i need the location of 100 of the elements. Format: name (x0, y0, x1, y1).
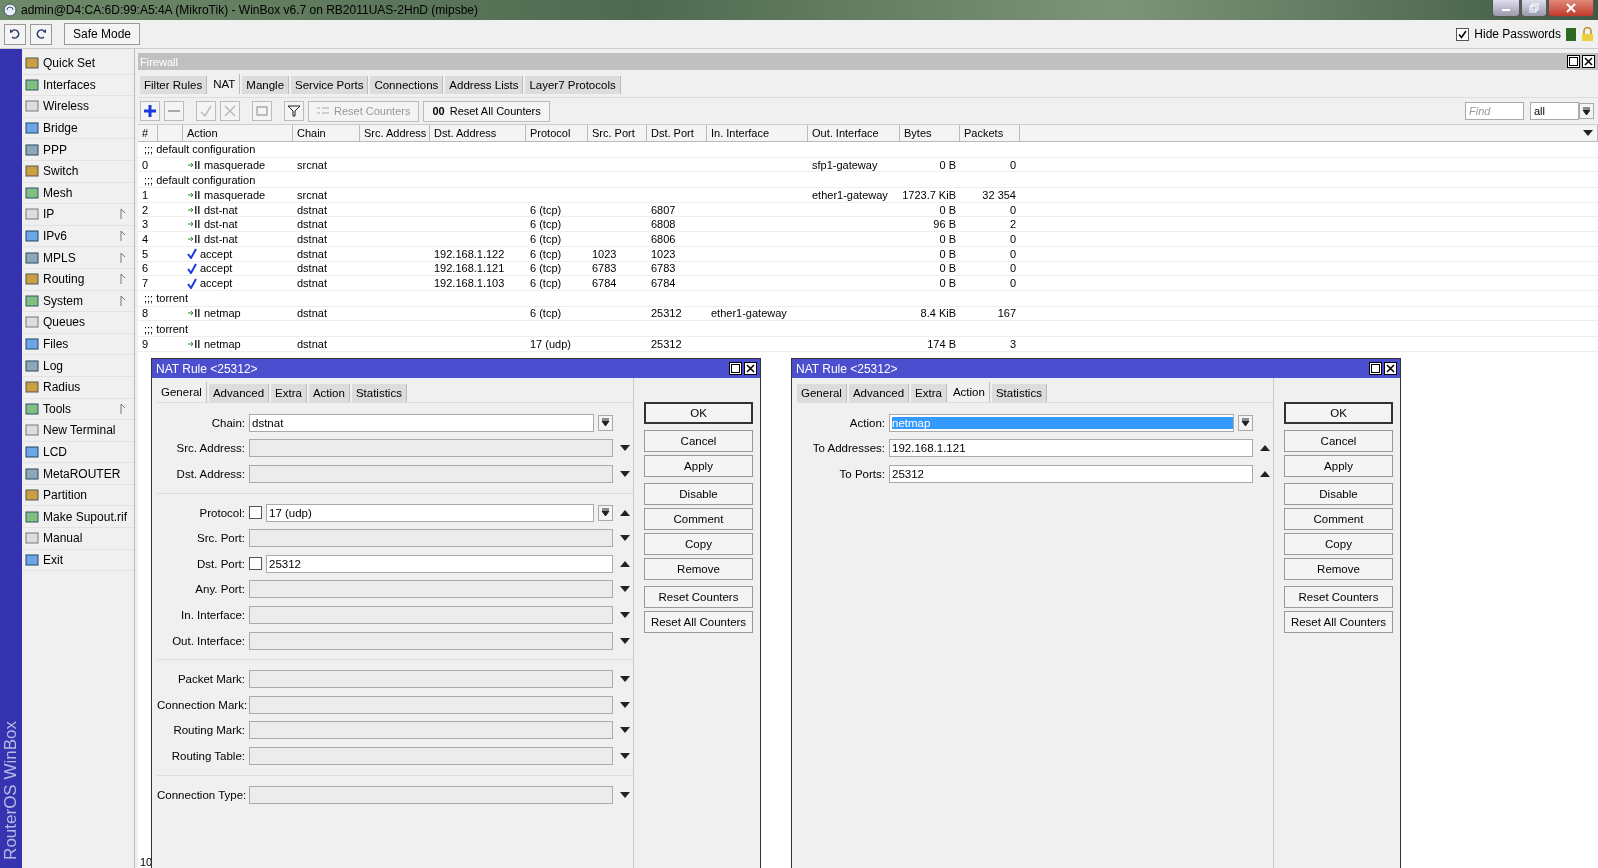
combo-button[interactable] (1238, 414, 1253, 431)
reset-all-counters-button[interactable]: 00 Reset All Counters (423, 100, 550, 122)
sidebar-item[interactable]: PPP (22, 139, 134, 161)
combo-button[interactable] (1579, 103, 1594, 119)
tab[interactable]: Connections (370, 76, 444, 94)
input-field[interactable] (249, 529, 613, 548)
minimize-button[interactable] (1492, 0, 1520, 17)
input-field[interactable] (249, 439, 613, 458)
hide-passwords-checkbox[interactable] (1456, 27, 1470, 41)
tab[interactable]: Action (308, 384, 350, 402)
maximize-button[interactable] (1369, 362, 1382, 375)
input-field[interactable] (249, 580, 613, 599)
maximize-button[interactable] (1567, 55, 1580, 68)
dropdown-arrow-icon[interactable] (620, 611, 630, 618)
dialog-button[interactable]: Reset All Counters (1284, 611, 1393, 633)
dropdown-arrow-icon[interactable] (1583, 130, 1593, 136)
sidebar-item[interactable]: IP (22, 204, 134, 226)
dropdown-arrow-icon[interactable] (620, 445, 630, 452)
undo-button[interactable] (4, 23, 26, 45)
input-field[interactable] (249, 631, 613, 650)
filter-button[interactable] (284, 101, 304, 121)
input-field[interactable] (249, 670, 613, 689)
sidebar-item[interactable]: IPv6 (22, 225, 134, 248)
collapse-arrow-icon[interactable] (1260, 471, 1270, 477)
column-header[interactable]: Action (183, 125, 293, 142)
negate-checkbox[interactable] (249, 557, 262, 571)
dialog-button[interactable]: Reset Counters (1284, 586, 1393, 608)
add-button[interactable] (140, 101, 160, 121)
tab[interactable]: Service Ports (291, 76, 369, 94)
tab[interactable]: Statistics (351, 384, 407, 402)
redo-button[interactable] (30, 23, 52, 45)
dropdown-arrow-icon[interactable] (620, 637, 630, 644)
sidebar-item[interactable]: Partition (22, 484, 134, 507)
tab[interactable]: Advanced (848, 384, 910, 402)
sidebar-item[interactable]: Make Supout.rif (22, 506, 134, 529)
tab[interactable]: Filter Rules (140, 76, 208, 94)
column-header[interactable]: Packets (960, 125, 1020, 142)
column-header[interactable]: Src. Port (588, 125, 647, 142)
negate-checkbox[interactable] (249, 506, 262, 520)
sidebar-item[interactable]: Manual (22, 528, 134, 550)
dialog-button[interactable]: Cancel (1284, 430, 1393, 452)
dialog-button[interactable]: Reset Counters (644, 586, 753, 608)
dialog-button[interactable]: Cancel (644, 430, 753, 452)
dropdown-arrow-icon[interactable] (620, 586, 630, 593)
column-header[interactable]: Chain (293, 125, 360, 142)
sidebar-item[interactable]: LCD (22, 441, 134, 464)
input-field[interactable]: 192.168.1.121 (889, 439, 1253, 458)
sidebar-item[interactable]: Bridge (22, 117, 134, 140)
sidebar-item[interactable]: Switch (22, 160, 134, 183)
sidebar-item[interactable]: Tools (22, 398, 134, 421)
input-field[interactable]: 25312 (266, 554, 613, 573)
dialog-button[interactable]: Copy (644, 533, 753, 555)
combo-button[interactable] (598, 414, 613, 431)
tab[interactable]: Statistics (991, 384, 1047, 402)
dialog-button[interactable]: Copy (1284, 533, 1393, 555)
sidebar-item[interactable]: New Terminal (22, 420, 134, 442)
sidebar-item[interactable]: Wireless (22, 96, 134, 118)
dialog-button[interactable]: Disable (1284, 483, 1393, 505)
dialog-button[interactable]: OK (644, 402, 753, 424)
restore-button[interactable] (1521, 0, 1547, 17)
collapse-arrow-icon[interactable] (620, 509, 630, 516)
column-header[interactable]: Out. Interface (808, 125, 900, 142)
filter-select[interactable]: all (1530, 102, 1579, 120)
dropdown-arrow-icon[interactable] (620, 676, 630, 683)
sidebar-item[interactable]: MetaROUTER (22, 463, 134, 485)
sidebar-item[interactable]: Queues (22, 312, 134, 334)
tab[interactable]: Extra (911, 384, 947, 402)
sidebar-item[interactable]: Routing (22, 268, 134, 291)
maximize-button[interactable] (729, 362, 742, 375)
collapse-arrow-icon[interactable] (620, 560, 630, 567)
input-field[interactable] (249, 605, 613, 624)
dialog-button[interactable]: Apply (644, 455, 753, 477)
dropdown-arrow-icon[interactable] (620, 791, 630, 798)
column-header[interactable]: Protocol (526, 125, 588, 142)
close-button[interactable] (744, 362, 757, 375)
column-header[interactable]: In. Interface (707, 125, 808, 142)
sidebar-item[interactable]: Log (22, 355, 134, 377)
column-header[interactable]: Bytes (900, 125, 960, 142)
close-button[interactable] (1582, 55, 1595, 68)
column-header[interactable]: Dst. Address (430, 125, 526, 142)
input-field[interactable]: 25312 (889, 465, 1253, 483)
close-button[interactable] (1384, 362, 1397, 375)
close-button[interactable] (1548, 0, 1594, 17)
input-field[interactable] (249, 695, 613, 714)
dialog-button[interactable]: Remove (644, 558, 753, 580)
safe-mode-button[interactable]: Safe Mode (64, 23, 141, 45)
sidebar-item[interactable]: Radius (22, 376, 134, 399)
tab[interactable]: Extra (271, 384, 307, 402)
combo-button[interactable] (598, 504, 613, 521)
tab[interactable]: General (797, 384, 847, 402)
input-field[interactable] (249, 721, 613, 740)
column-header[interactable]: Src. Address (360, 125, 430, 142)
dropdown-arrow-icon[interactable] (620, 701, 630, 708)
input-field[interactable]: 17 (udp) (266, 503, 594, 522)
column-header[interactable]: Dst. Port (647, 125, 707, 142)
input-field[interactable] (249, 785, 613, 804)
dropdown-arrow-icon[interactable] (620, 535, 630, 542)
dialog-button[interactable]: Apply (1284, 455, 1393, 477)
sidebar-item[interactable]: MPLS (22, 247, 134, 269)
column-header[interactable]: # (138, 125, 158, 142)
